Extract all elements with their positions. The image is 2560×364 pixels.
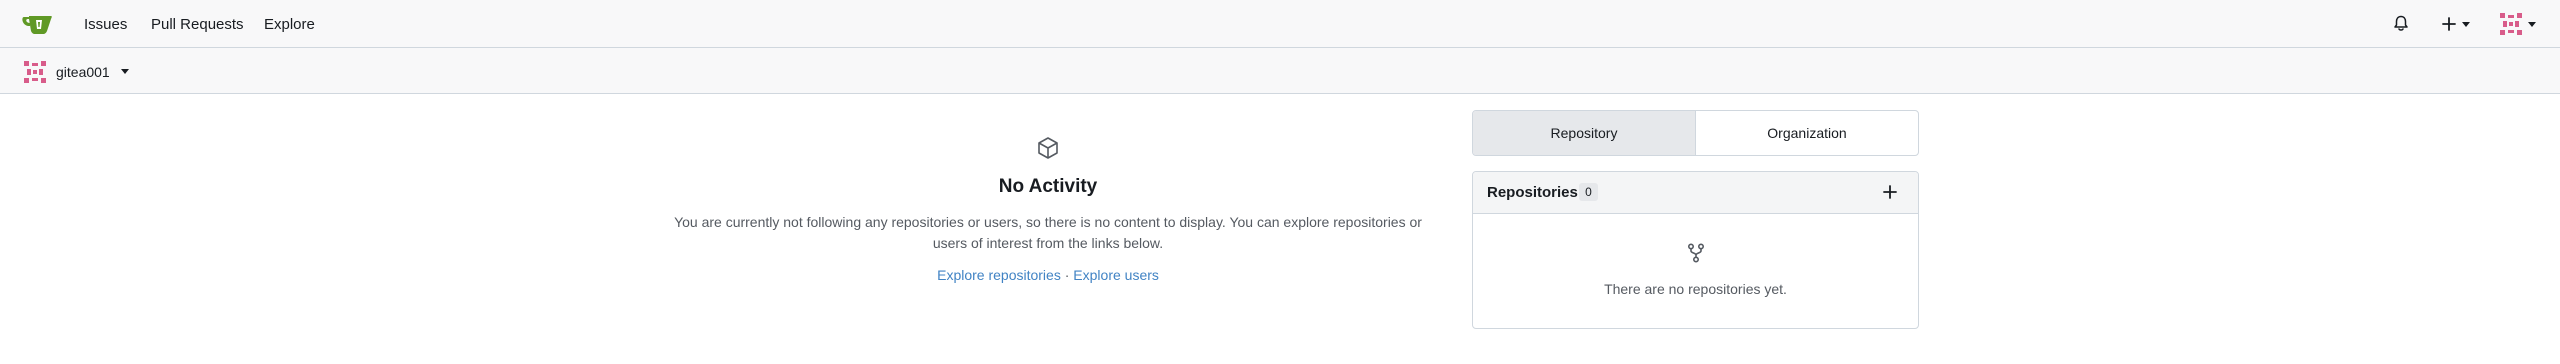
add-repository-icon[interactable]: [1882, 184, 1898, 200]
explore-users-link[interactable]: Explore users: [1073, 267, 1159, 283]
plus-icon: [2442, 17, 2456, 31]
empty-feed-description: You are currently not following any repo…: [674, 214, 1422, 251]
top-navbar: Issues Pull Requests Explore: [0, 0, 2560, 48]
tab-repository[interactable]: Repository: [1473, 111, 1696, 155]
notifications-button[interactable]: [2390, 0, 2412, 48]
bell-icon: [2394, 15, 2408, 31]
explore-repositories-link[interactable]: Explore repositories: [937, 267, 1061, 283]
context-username: gitea001: [56, 64, 110, 80]
repo-forked-icon: [1687, 243, 1705, 263]
repositories-header: Repositories 0: [1473, 172, 1918, 214]
repositories-panel: Repositories 0 There are no repositories…: [1472, 171, 1919, 329]
nav-pull-requests[interactable]: Pull Requests: [151, 0, 244, 48]
nav-explore[interactable]: Explore: [264, 0, 315, 48]
explore-links: Explore repositories · Explore users: [660, 267, 1436, 283]
no-repositories-text: There are no repositories yet.: [1604, 281, 1787, 297]
repositories-count-badge: 0: [1579, 183, 1598, 201]
identicon-avatar-icon: [24, 61, 46, 83]
chevron-down-icon: [2462, 22, 2470, 27]
package-icon: [1038, 137, 1058, 159]
user-menu-button[interactable]: [2498, 0, 2538, 48]
chevron-down-icon: [2528, 22, 2536, 27]
repositories-title: Repositories: [1487, 184, 1578, 201]
gitea-logo-icon[interactable]: [22, 13, 54, 35]
chevron-down-icon: [121, 69, 129, 74]
dashboard-context-bar: gitea001: [0, 48, 2560, 94]
empty-feed-title: No Activity: [998, 176, 1098, 197]
identicon-avatar-icon: [2500, 13, 2522, 35]
tab-organization[interactable]: Organization: [1696, 111, 1918, 155]
nav-issues[interactable]: Issues: [84, 0, 127, 48]
create-new-button[interactable]: [2440, 0, 2474, 48]
link-separator: ·: [1064, 267, 1070, 283]
repo-org-switch: Repository Organization: [1472, 110, 1919, 156]
